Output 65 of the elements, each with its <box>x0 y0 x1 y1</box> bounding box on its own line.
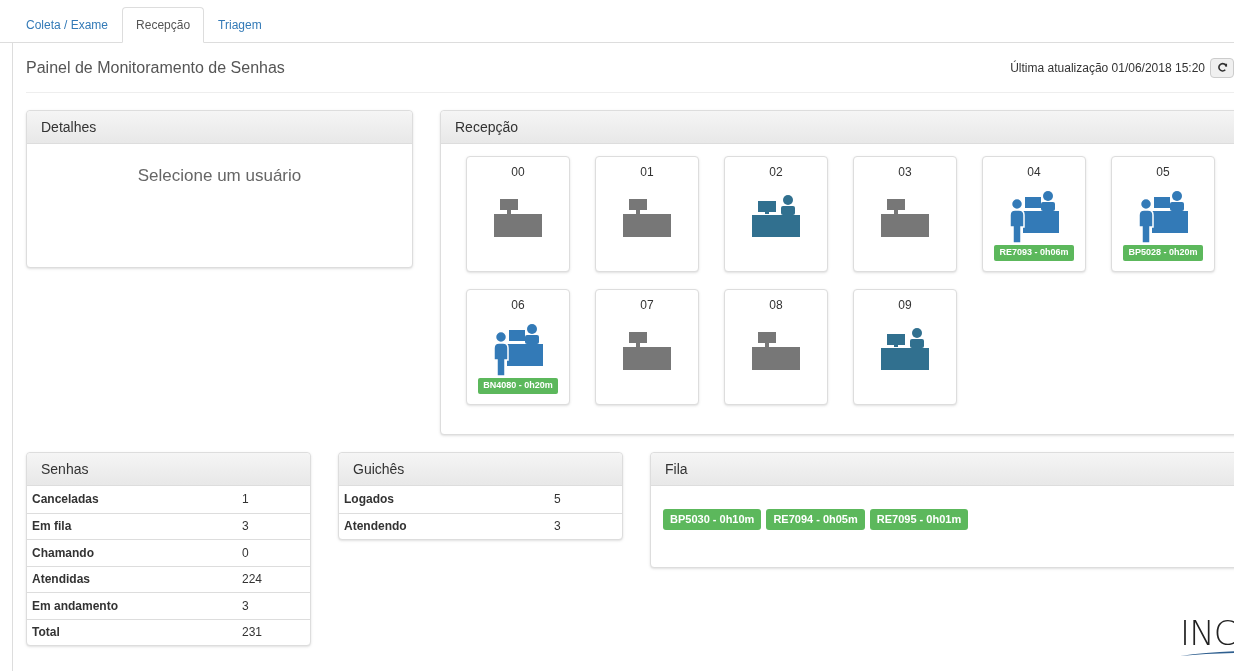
row-value: 224 <box>242 571 263 589</box>
counter-card[interactable]: 05 BP5028 - 0h20m <box>1111 156 1215 272</box>
counter-card[interactable]: 00 <box>466 156 570 272</box>
counter-number: 05 <box>1156 164 1170 181</box>
page-title: Painel de Monitoramento de Senhas <box>26 57 286 78</box>
row-value: 3 <box>242 597 249 615</box>
queue-ticket: RE7094 - 0h05m <box>766 509 865 530</box>
counter-card[interactable]: 02 <box>724 156 828 272</box>
tab[interactable]: Recepção <box>122 7 205 43</box>
refresh-button[interactable] <box>1210 57 1234 78</box>
ticket-label: BP5028 - 0h20m <box>1123 245 1203 261</box>
attendant-at-desk-icon <box>752 195 800 237</box>
counter-card[interactable]: 06 BN4080 - 0h20m <box>466 289 570 405</box>
desk-icon <box>881 199 929 237</box>
row-value: 5 <box>554 491 561 509</box>
row-label: Em andamento <box>31 597 119 615</box>
counter-number: 08 <box>769 297 783 314</box>
counter-number: 04 <box>1027 164 1041 181</box>
attendant-serving-client-icon <box>1138 191 1188 243</box>
counter-number: 01 <box>640 164 654 181</box>
row-label: Logados <box>343 491 395 509</box>
row-label: Atendendo <box>343 518 408 536</box>
counter-number: 02 <box>769 164 783 181</box>
counter-number: 03 <box>898 164 912 181</box>
row-label: Total <box>31 624 61 642</box>
desk-icon <box>494 199 542 237</box>
panel-header: Fila <box>651 453 1234 486</box>
counter-number: 09 <box>898 297 912 314</box>
attendant-serving-client-icon <box>1009 191 1059 243</box>
panel-header: Senhas <box>27 453 310 486</box>
counter-card[interactable]: 01 <box>595 156 699 272</box>
row-value: 0 <box>242 544 249 562</box>
row-value: 3 <box>554 518 561 536</box>
counter-card[interactable]: 08 <box>724 289 828 405</box>
row-label: Atendidas <box>31 571 91 589</box>
counter-card[interactable]: 07 <box>595 289 699 405</box>
ticket-label: BN4080 - 0h20m <box>478 378 558 394</box>
row-label: Canceladas <box>31 491 100 509</box>
panel-header: Recepção <box>441 111 1234 144</box>
tab[interactable]: Coleta / Exame <box>12 7 123 43</box>
counter-number: 00 <box>511 164 525 181</box>
details-message: Selecione um usuário <box>136 165 303 187</box>
last-update-text: Última atualização 01/06/2018 15:20 <box>1010 59 1205 77</box>
attendant-at-desk-icon <box>881 328 929 370</box>
attendant-serving-client-icon <box>493 324 543 376</box>
desk-icon <box>752 332 800 370</box>
queue-ticket: RE7095 - 0h01m <box>869 509 969 530</box>
row-value: 1 <box>242 491 249 509</box>
panel-header: Guichês <box>339 453 622 486</box>
counter-card[interactable]: 09 <box>853 289 957 405</box>
row-label: Chamando <box>31 544 95 562</box>
counter-card[interactable]: 04 RE7093 - 0h06m <box>982 156 1086 272</box>
counter-number: 06 <box>511 297 525 314</box>
row-label: Em fila <box>31 518 73 536</box>
desk-icon <box>623 332 671 370</box>
row-value: 231 <box>242 624 263 642</box>
refresh-icon <box>1216 62 1228 73</box>
counter-number: 07 <box>640 297 654 314</box>
queue-ticket: BP5030 - 0h10m <box>663 509 762 530</box>
panel-header: Detalhes <box>27 111 412 144</box>
ticket-label: RE7093 - 0h06m <box>994 245 1074 261</box>
counter-card[interactable]: 03 <box>853 156 957 272</box>
desk-icon <box>623 199 671 237</box>
row-value: 3 <box>242 518 249 536</box>
tab[interactable]: Triagem <box>204 7 276 43</box>
